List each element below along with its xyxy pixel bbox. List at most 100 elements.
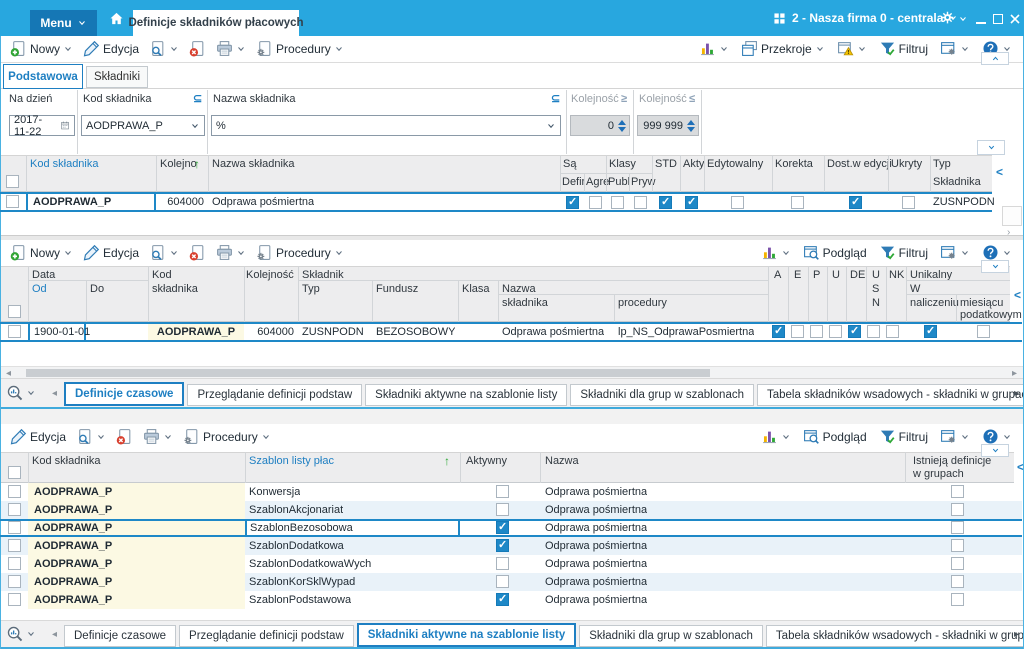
grid-settings-button[interactable] xyxy=(935,241,975,264)
filter-tab-skladniki[interactable]: Składniki xyxy=(86,66,148,88)
print-button[interactable] xyxy=(211,37,251,60)
cell-kod[interactable]: AODPRAWA_P xyxy=(34,591,112,609)
view-tab-tabela-skladnikow[interactable]: Tabela składników wsadowych - składniki … xyxy=(765,625,1024,647)
column-header-nazwa[interactable]: Nazwa xyxy=(545,455,579,468)
cell-nazwa[interactable]: Odprawa pośmiertna xyxy=(545,573,647,591)
filter-button[interactable]: Filtruj xyxy=(874,241,933,264)
cell-nazwa[interactable]: Odprawa pośmiertna xyxy=(212,193,314,211)
checkbox-aktywny[interactable] xyxy=(496,592,509,606)
column-header-korekta[interactable]: Korekta xyxy=(775,158,813,171)
menu-button[interactable]: Menu xyxy=(30,10,97,36)
checkbox-e[interactable] xyxy=(791,325,804,338)
scroll-columns-left-icon[interactable] xyxy=(1014,288,1021,302)
row-checkbox[interactable] xyxy=(8,539,21,552)
row-checkbox[interactable] xyxy=(8,593,21,606)
minimize-button[interactable] xyxy=(976,22,986,24)
column-header-e[interactable]: E xyxy=(794,269,801,282)
cell-typ[interactable]: ZUSNPODN xyxy=(302,324,364,340)
cell-szablon[interactable]: SzablonDodatkowaWych xyxy=(249,555,371,573)
cell-nazwa-procedury[interactable]: lp_NS_OdprawaPosmiertna xyxy=(618,324,754,340)
scroll-tabs-left-icon[interactable]: ◂ xyxy=(52,629,57,640)
row-checkbox[interactable] xyxy=(8,503,21,516)
column-header-usn-u[interactable]: U xyxy=(872,269,880,282)
edit-button[interactable]: Edycja xyxy=(78,241,144,264)
row-checkbox[interactable] xyxy=(8,575,21,588)
cell-szablon[interactable]: Konwersja xyxy=(249,483,300,501)
cell-kod[interactable]: AODPRAWA_P xyxy=(34,555,112,573)
filter-button[interactable]: Filtruj xyxy=(874,37,933,60)
column-header-kolejno[interactable]: Kolejno xyxy=(160,158,197,171)
checkbox-w-miesiacu[interactable] xyxy=(977,325,990,338)
column-header-kod[interactable]: Kod składnika xyxy=(30,158,99,171)
row-checkbox[interactable] xyxy=(8,557,21,570)
cell-nazwa[interactable]: Odprawa pośmiertna xyxy=(545,591,647,609)
home-icon[interactable] xyxy=(109,11,124,26)
filter-tab-podstawowa[interactable]: Podstawowa xyxy=(3,64,83,89)
column-header-klasy[interactable]: Klasy xyxy=(609,158,636,171)
checkbox-ukryty[interactable] xyxy=(902,196,915,209)
spin-down-icon[interactable] xyxy=(618,126,626,132)
cell-kolejnosc[interactable]: 604000 xyxy=(244,324,294,340)
collapse-filter-panel-button[interactable] xyxy=(977,140,1005,155)
print-button[interactable] xyxy=(138,425,178,448)
column-header-od[interactable]: Od xyxy=(32,283,47,296)
view-tab-definicje-czasowe[interactable]: Definicje czasowe xyxy=(64,382,185,406)
view-tab-skladniki-aktywne[interactable]: Składniki aktywne na szablonie listy xyxy=(365,384,568,406)
procedures-button[interactable]: Procedury xyxy=(251,241,349,264)
scrollbar-thumb[interactable] xyxy=(26,369,710,377)
cell-od-selected[interactable]: 1900-01-01 xyxy=(28,322,90,342)
column-header-usn-s[interactable]: S xyxy=(872,283,879,296)
column-header-akty[interactable]: Akty xyxy=(683,158,704,171)
checkbox-aktywny[interactable] xyxy=(496,485,509,498)
column-header-u[interactable]: U xyxy=(832,269,840,282)
checkbox-korekta[interactable] xyxy=(791,196,804,209)
order-min-spinner[interactable]: 0 xyxy=(570,115,630,136)
lookup-button[interactable] xyxy=(71,425,111,448)
scroll-tabs-left-icon[interactable]: ◂ xyxy=(52,388,57,399)
column-header-miesiacu2[interactable]: podatkowym xyxy=(960,309,1022,322)
cell-nazwa[interactable]: Odprawa pośmiertna xyxy=(545,519,647,537)
company-selector[interactable]: 2 - Nasza firma 0 - centrala xyxy=(792,5,958,31)
preview-button[interactable]: Podgląd xyxy=(798,241,872,264)
column-header-publ[interactable]: Publ xyxy=(608,176,630,189)
chevron-down-icon[interactable] xyxy=(546,121,556,131)
operator-subset-icon[interactable]: ⊆ xyxy=(193,93,202,106)
column-header-istnieja1[interactable]: Istnieją definicje xyxy=(913,455,991,468)
chart-button[interactable] xyxy=(756,241,796,264)
chart-button[interactable] xyxy=(694,37,734,60)
checkbox-defir[interactable] xyxy=(566,195,579,209)
chart-button[interactable] xyxy=(756,425,796,448)
delete-button[interactable] xyxy=(184,241,211,264)
checkbox-aktywny[interactable] xyxy=(496,575,509,588)
edit-button[interactable]: Edycja xyxy=(5,425,71,448)
cell-szablon-selected[interactable]: SzablonBezosobowa xyxy=(245,519,460,537)
column-header-typ[interactable]: Typ xyxy=(302,283,320,296)
spin-up-icon[interactable] xyxy=(618,119,626,125)
checkbox-dost[interactable] xyxy=(849,195,862,209)
view-tab-przegladanie-definicji[interactable]: Przeglądanie definicji podstaw xyxy=(187,384,363,406)
column-header-std[interactable]: STD xyxy=(655,158,677,171)
checkbox-usn[interactable] xyxy=(867,325,880,338)
column-header-edytowalny[interactable]: Edytowalny xyxy=(707,158,763,171)
cell-kod[interactable]: AODPRAWA_P xyxy=(34,519,112,537)
operator-gte-icon[interactable]: ≥ xyxy=(621,93,627,106)
cell-szablon[interactable]: SzablonKorSklWypad xyxy=(249,573,355,591)
checkbox-istnieja[interactable] xyxy=(951,485,964,498)
cell-nazwa[interactable]: Odprawa pośmiertna xyxy=(545,555,647,573)
alerts-button[interactable] xyxy=(832,37,872,60)
expand-panel-button[interactable] xyxy=(981,260,1009,273)
cell-szablon[interactable]: SzablonAkcjonariat xyxy=(249,501,343,519)
scroll-columns-left-icon[interactable] xyxy=(996,165,1003,179)
column-header-de[interactable]: DE xyxy=(850,269,865,282)
view-tab-tabela-skladnikow[interactable]: Tabela składników wsadowych - składniki … xyxy=(757,384,1024,406)
cell-kod-selected[interactable]: AODPRAWA_P xyxy=(26,192,156,212)
column-header-naliczeniu[interactable]: naliczeniu xyxy=(910,297,959,310)
new-button[interactable]: Nowy xyxy=(5,241,78,264)
close-button[interactable] xyxy=(1009,13,1021,25)
cell-szablon[interactable]: SzablonPodstawowa xyxy=(249,591,351,609)
column-header-istnieja2[interactable]: w grupach xyxy=(913,468,964,481)
checkbox-std[interactable] xyxy=(659,195,672,209)
checkbox-u[interactable] xyxy=(829,325,842,338)
checkbox-aktywny[interactable] xyxy=(496,557,509,570)
maximize-button[interactable] xyxy=(993,14,1003,24)
